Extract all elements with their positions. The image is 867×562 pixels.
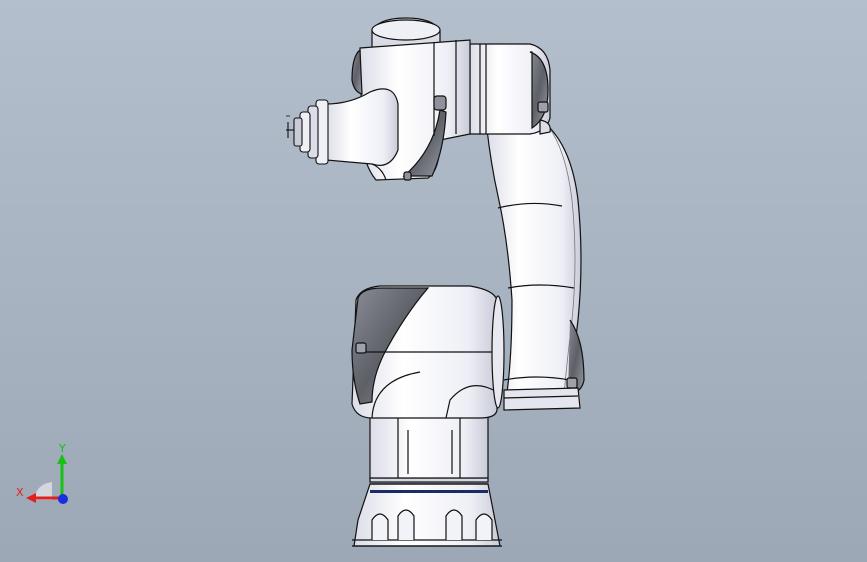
coordinate-triad: Y X	[16, 442, 68, 504]
robot-wrist	[325, 17, 471, 181]
robot-arm-model[interactable]	[0, 0, 867, 562]
triad-y-arrowhead	[57, 454, 67, 464]
robot-elbow-joint	[469, 43, 551, 135]
triad-z-axis	[58, 494, 68, 504]
robot-tool-flange	[286, 99, 329, 165]
model-viewport[interactable]: Y X	[0, 0, 867, 562]
robot-shoulder	[351, 285, 505, 419]
triad-y-label: Y	[58, 442, 66, 455]
triad-x-label: X	[16, 486, 24, 499]
triad-x-arrowhead	[26, 493, 36, 503]
